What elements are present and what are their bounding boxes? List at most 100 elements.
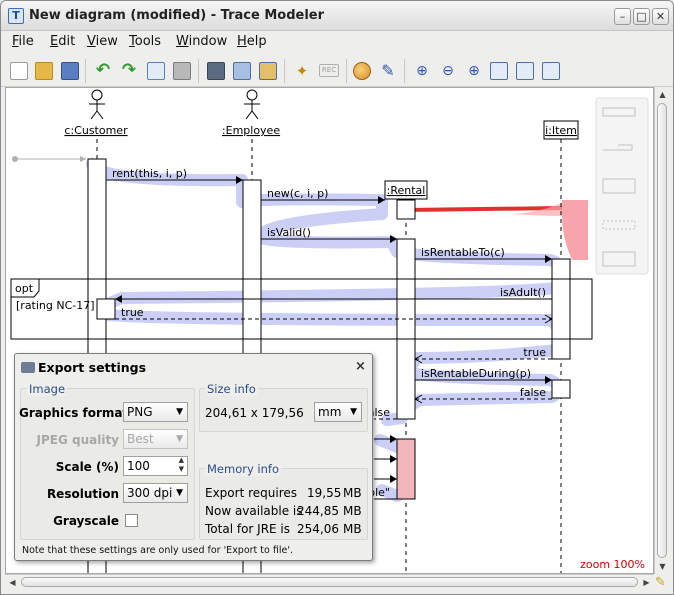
menu-window[interactable]: Window: [176, 34, 227, 49]
jpeg-quality-label: JPEG quality: [36, 433, 120, 447]
arrowhead: [80, 156, 86, 162]
memory-row-unit: MB: [343, 522, 362, 536]
vertical-scrollbar[interactable]: ▲ ▼: [654, 87, 669, 574]
menu-file[interactable]: File: [12, 34, 34, 49]
resolution-select[interactable]: 300 dpi ▼: [123, 483, 188, 503]
fit-width-icon[interactable]: [516, 62, 534, 80]
message-rent-label: rent(this, i, p): [112, 167, 187, 180]
size-value: 204,61 x 179,56: [205, 406, 304, 420]
export-settings-dialog[interactable]: Export settings × Image Graphics format …: [14, 353, 373, 561]
page-setup-icon[interactable]: [147, 62, 165, 80]
scroll-down-icon[interactable]: ▼: [656, 560, 669, 573]
export-image-icon[interactable]: [233, 62, 251, 80]
arrowhead: [390, 455, 397, 463]
memory-row-value: 19,55: [307, 486, 342, 500]
message-isrentableduring-label: isRentableDuring(p): [421, 367, 531, 380]
pink-callout: [562, 200, 588, 260]
memory-row-label: Now available is: [205, 504, 303, 518]
dialog-note: Note that these settings are only used f…: [22, 545, 293, 556]
pencil-icon[interactable]: ✎: [379, 62, 397, 80]
zoom-in-icon[interactable]: ⊕: [413, 62, 431, 80]
redo-icon[interactable]: ↷: [120, 62, 138, 80]
window-title: New diagram (modified) - Trace Modeler: [29, 8, 325, 23]
camera-icon: [21, 362, 35, 373]
message-new-label: new(c, i, p): [267, 187, 328, 200]
jpeg-quality-select: Best ▼: [123, 429, 188, 449]
rec-icon[interactable]: REC: [319, 64, 339, 77]
memory-info-title: Memory info: [205, 462, 281, 476]
memory-row-value: 244,85: [297, 504, 339, 518]
application-window: T New diagram (modified) - Trace Modeler…: [0, 0, 674, 595]
menu-tools[interactable]: Tools: [129, 34, 161, 49]
undo-icon[interactable]: ↶: [94, 62, 112, 80]
message-isvalid-label: isValid(): [267, 226, 311, 239]
graphics-format-select[interactable]: PNG ▼: [123, 402, 188, 422]
print-icon[interactable]: [173, 62, 191, 80]
memory-row-unit: MB: [343, 504, 362, 518]
chevron-down-icon: ▼: [350, 407, 357, 417]
actor-customer[interactable]: [89, 89, 105, 120]
resolution-label: Resolution: [46, 487, 119, 501]
lifeline-employee-label: :Employee: [222, 124, 280, 137]
return-true-2-label: true: [523, 346, 546, 359]
maximize-button[interactable]: □: [633, 8, 650, 25]
toolbar-separator: [346, 59, 347, 83]
fit-icon[interactable]: [490, 62, 508, 80]
graphics-format-label: Graphics format: [19, 406, 129, 420]
horizontal-scrollbar[interactable]: ◀ ▶: [5, 574, 654, 589]
image-group-title: Image: [27, 382, 68, 396]
export-other-icon[interactable]: [259, 62, 277, 80]
grayscale-checkbox[interactable]: [125, 514, 138, 527]
screenshot-icon[interactable]: [207, 62, 225, 80]
spinner-arrows-icon[interactable]: ▲ ▼: [179, 456, 184, 474]
scroll-right-icon[interactable]: ▶: [640, 576, 653, 589]
toolbar-separator: [198, 59, 199, 83]
return-false-label: false: [520, 386, 546, 399]
scale-label: Scale (%): [55, 460, 119, 474]
scroll-left-icon[interactable]: ◀: [6, 576, 19, 589]
close-window-button[interactable]: ✕: [652, 8, 669, 25]
app-icon: T: [8, 8, 24, 24]
zoom-out-icon[interactable]: ⊖: [439, 62, 457, 80]
message-isadult-label: isAdult(): [500, 286, 546, 299]
toolbar-separator: [404, 59, 405, 83]
size-unit-select[interactable]: mm ▼: [314, 402, 362, 422]
palette-icon[interactable]: [353, 62, 371, 80]
lifeline-customer-label: c:Customer: [64, 124, 128, 137]
dialog-close-button[interactable]: ×: [355, 359, 366, 374]
return-true-1-label: true: [121, 306, 144, 319]
chevron-down-icon: ▼: [176, 488, 183, 498]
opt-operator: opt: [15, 282, 34, 295]
minimize-button[interactable]: –: [614, 8, 631, 25]
fit-height-icon[interactable]: [542, 62, 560, 80]
horizontal-scroll-thumb[interactable]: [21, 577, 638, 587]
zoom-level: zoom 100%: [580, 558, 645, 571]
scroll-up-icon[interactable]: ▲: [656, 88, 669, 101]
open-folder-icon[interactable]: [35, 62, 53, 80]
zoom-plus-icon[interactable]: ⊕: [465, 62, 483, 80]
chevron-down-icon: ▼: [176, 407, 183, 417]
new-file-icon[interactable]: [10, 62, 28, 80]
actor-employee[interactable]: [244, 89, 260, 120]
activation-item-2: [551, 379, 571, 399]
lifeline-item-label: i:Item: [545, 124, 577, 137]
element-palette: [595, 97, 649, 275]
memory-row-label: Export requires: [205, 486, 298, 500]
size-info-title: Size info: [205, 382, 258, 396]
opt-guard: [rating NC-17]: [16, 299, 95, 312]
red-pointer: [405, 206, 563, 212]
message-isrentableto-label: isRentableTo(c): [421, 246, 505, 259]
magic-wand-icon[interactable]: ✦: [293, 62, 311, 80]
toolbar-separator: [85, 59, 86, 83]
vertical-scroll-thumb[interactable]: [657, 103, 667, 558]
activation-rental-highlight: [396, 438, 416, 500]
menu-edit[interactable]: Edit: [50, 34, 75, 49]
menu-help[interactable]: Help: [237, 34, 267, 49]
memory-row-unit: MB: [343, 486, 362, 500]
menu-view[interactable]: View: [87, 34, 118, 49]
scale-spinner[interactable]: 100 ▲ ▼: [123, 456, 188, 476]
pencil-status-icon[interactable]: ✎: [655, 575, 666, 590]
save-icon[interactable]: [61, 62, 79, 80]
activation-rental-new: [396, 199, 416, 220]
arrowhead: [390, 475, 397, 483]
